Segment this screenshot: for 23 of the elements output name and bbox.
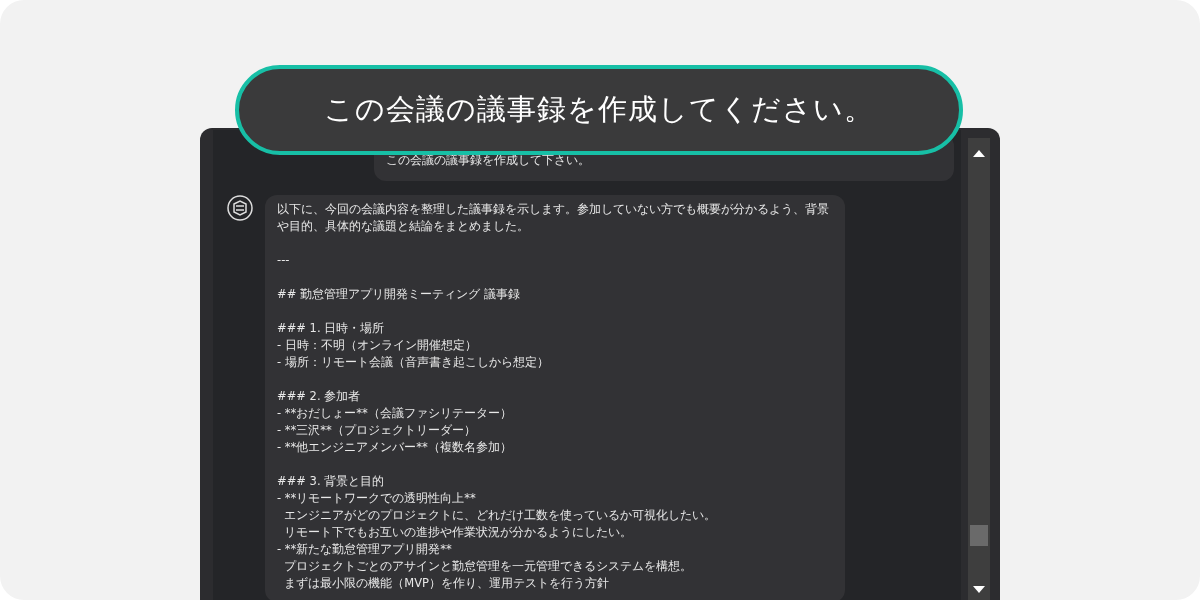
scrollbar-thumb[interactable] [970, 525, 988, 546]
message-text: - 日時：不明（オンライン開催想定） [277, 337, 478, 354]
message-text: - **おだしょー**（会議ファシリテーター） [277, 405, 513, 422]
message-text: プロジェクトごとのアサインと勤怠管理を一元管理できるシステムを構想。 [283, 558, 694, 575]
scroll-down-icon[interactable] [973, 586, 985, 593]
message-text: エンジニアがどのプロジェクトに、どれだけ工数を使っているか可視化したい。 [283, 507, 718, 524]
message-text: ### 2. 参加者 [277, 388, 362, 405]
message-text: リモート下でもお互いの進捗や作業状況が分かるようにしたい。 [283, 524, 634, 541]
message-text: --- [277, 252, 291, 269]
message-text: - **リモートワークでの透明性向上** [277, 490, 477, 507]
message-text: - **他エンジニアメンバー**（複数名参加） [277, 439, 513, 456]
message-text: ### 1. 日時・場所 [277, 320, 386, 337]
scrollbar[interactable] [968, 138, 990, 600]
message-text: 以下に、今回の会議内容を整理した議事録を示します。参加していない方でも概要が分かるよう、背景や目的、具体的な議題と結論をまとめました。 [277, 201, 830, 235]
message-text: ### 3. 背景と目的 [277, 473, 386, 490]
message-text: - **三沢**（プロジェクトリーダー） [277, 422, 477, 439]
prompt-callout: この会議の議事録を作成してください。 [235, 65, 963, 155]
message-text: まずは最小限の機能（MVP）を作り、運用テストを行う方針 [283, 575, 611, 592]
message-text: - 場所：リモート会議（音声書き起こしから想定） [277, 354, 550, 371]
message-text: - **新たな勤怠管理アプリ開発** [277, 541, 453, 558]
scroll-up-icon[interactable] [973, 150, 985, 157]
assistant-logo-icon [227, 195, 253, 221]
message-text: ## 勤怠管理アプリ開発ミーティング 議事録 [277, 286, 521, 303]
